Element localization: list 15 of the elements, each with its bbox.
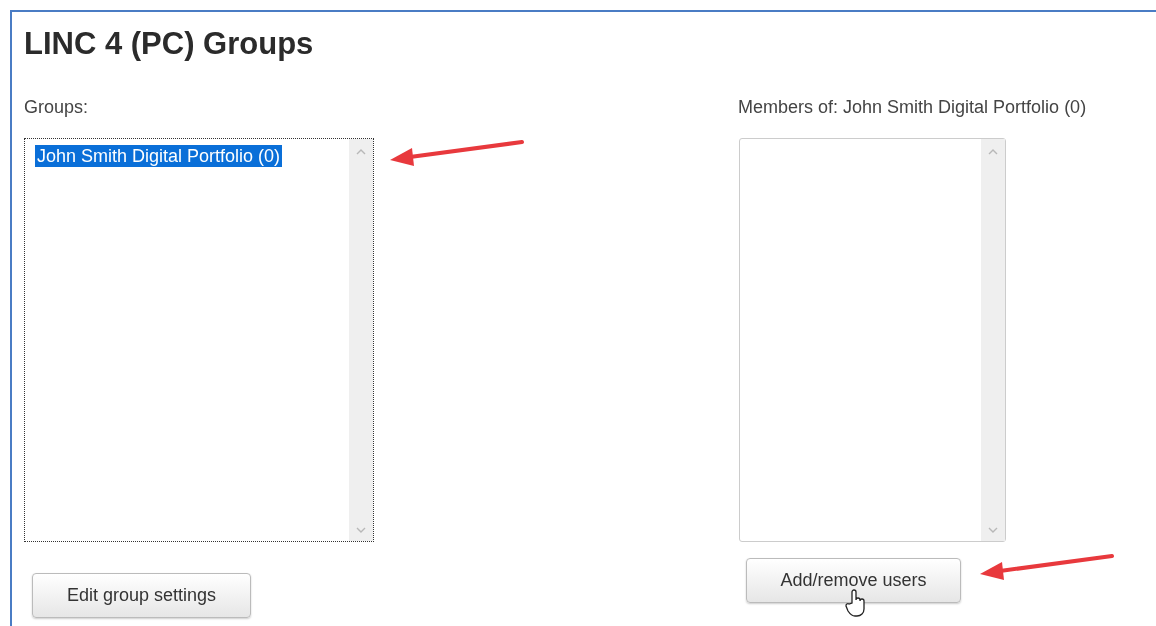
group-option[interactable]: John Smith Digital Portfolio (0) (35, 145, 283, 167)
scroll-up-icon[interactable] (988, 149, 998, 155)
scrollbar[interactable] (349, 139, 373, 541)
scroll-up-icon[interactable] (356, 149, 366, 155)
scrollbar[interactable] (981, 139, 1005, 541)
members-label: Members of: John Smith Digital Portfolio (0) (738, 97, 1088, 119)
scroll-down-icon[interactable] (988, 527, 998, 533)
hand-cursor-icon (845, 588, 867, 618)
page-title: LINC 4 (PC) Groups (24, 25, 315, 63)
members-listbox[interactable] (739, 138, 1006, 542)
groups-listbox[interactable]: John Smith Digital Portfolio (0) (24, 138, 374, 542)
groups-label: Groups: (24, 97, 90, 119)
scroll-down-icon[interactable] (356, 527, 366, 533)
edit-group-settings-button[interactable]: Edit group settings (32, 573, 251, 618)
add-remove-users-button[interactable]: Add/remove users (746, 558, 961, 603)
